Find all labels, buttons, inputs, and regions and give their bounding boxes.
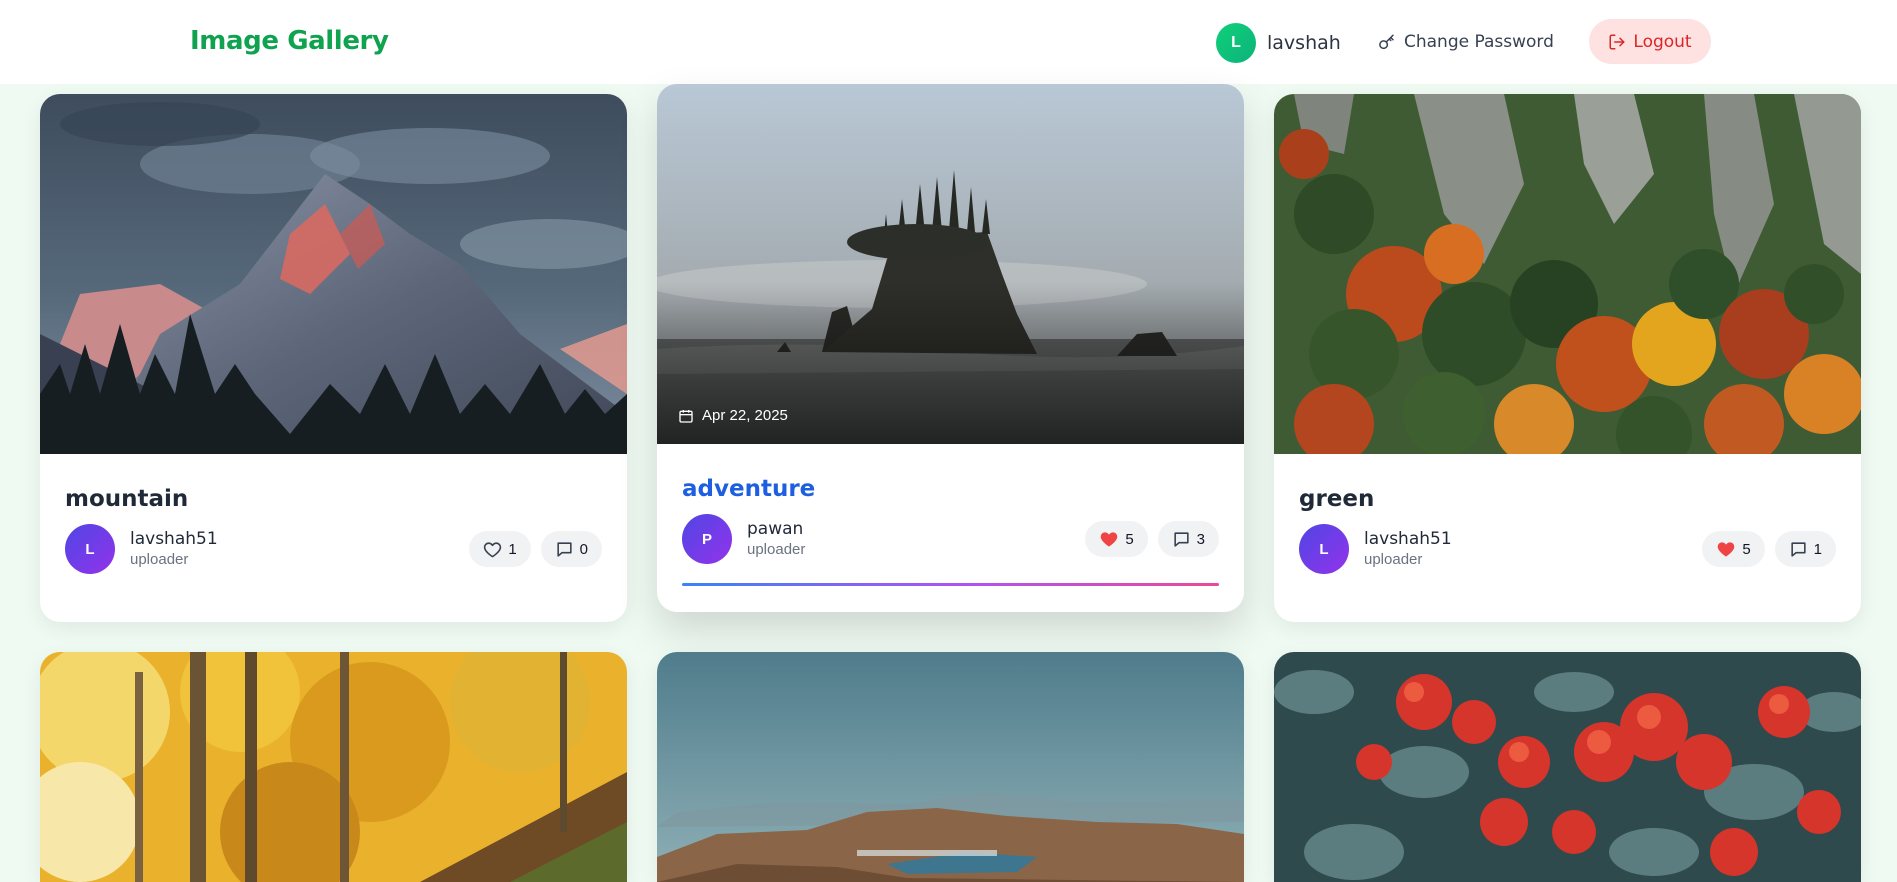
card-image[interactable]: Apr 22, 2025 [657,84,1244,444]
upload-date: Apr 22, 2025 [702,407,788,424]
top-navbar: Image Gallery L lavshah Change Password … [0,0,1897,84]
like-button[interactable]: 5 [1702,531,1765,567]
like-button[interactable]: 1 [469,531,531,567]
image-card[interactable] [40,652,627,882]
calendar-icon [678,408,694,424]
owner-role: uploader [130,551,189,568]
owner-name: lavshah51 [130,529,218,549]
card-image[interactable] [40,94,627,454]
owner-role: uploader [747,541,806,558]
card-stats: 5 1 [1702,531,1836,567]
heart-icon [1099,529,1119,549]
card-owner[interactable]: P pawan uploader [682,514,805,564]
image-card[interactable] [657,652,1244,882]
brand-logo[interactable]: Image Gallery [190,26,389,56]
owner-avatar[interactable]: L [1299,524,1349,574]
card-title[interactable]: mountain [65,486,188,512]
image-card[interactable]: mountain L lavshah51 uploader 1 0 [40,94,627,622]
comment-icon [555,540,574,559]
like-button[interactable]: 5 [1085,521,1148,557]
comment-count: 0 [579,540,588,558]
like-count: 1 [508,540,517,558]
logout-icon [1608,33,1626,51]
comment-button[interactable]: 1 [1774,531,1836,567]
comment-icon [1172,530,1191,549]
change-password-button[interactable]: Change Password [1378,32,1554,52]
owner-role: uploader [1364,551,1423,568]
owner-name: pawan [747,519,804,539]
card-image[interactable] [657,652,1244,882]
card-stats: 5 3 [1085,521,1219,557]
comment-button[interactable]: 0 [540,531,602,567]
card-owner[interactable]: L lavshah51 uploader [1299,524,1452,574]
card-title[interactable]: green [1299,486,1374,512]
user-avatar[interactable]: L [1216,23,1256,63]
image-card[interactable] [1274,652,1861,882]
key-icon [1378,33,1396,51]
card-image[interactable] [1274,652,1861,882]
owner-avatar[interactable]: L [65,524,115,574]
card-image[interactable] [1274,94,1861,454]
comment-button[interactable]: 3 [1157,521,1219,557]
owner-name: lavshah51 [1364,529,1452,549]
card-title[interactable]: adventure [682,476,815,502]
user-profile[interactable]: L lavshah [1216,23,1341,63]
comment-count: 1 [1813,540,1822,558]
comment-count: 3 [1196,530,1205,548]
heart-icon [483,540,502,559]
card-stats: 1 0 [469,531,602,567]
username: lavshah [1267,32,1341,54]
heart-icon [1716,539,1736,559]
image-card[interactable]: green L lavshah51 uploader 5 1 [1274,94,1861,622]
logout-label: Logout [1633,31,1692,52]
date-badge: Apr 22, 2025 [678,407,788,424]
like-count: 5 [1742,540,1751,558]
image-card[interactable]: Apr 22, 2025 adventure P pawan uploader … [657,84,1244,612]
logout-button[interactable]: Logout [1589,19,1711,64]
comment-icon [1789,540,1808,559]
card-image[interactable] [40,652,627,882]
change-password-label: Change Password [1404,32,1554,52]
hover-accent-line [682,583,1219,586]
card-owner[interactable]: L lavshah51 uploader [65,524,218,574]
owner-avatar[interactable]: P [682,514,732,564]
like-count: 5 [1125,530,1134,548]
